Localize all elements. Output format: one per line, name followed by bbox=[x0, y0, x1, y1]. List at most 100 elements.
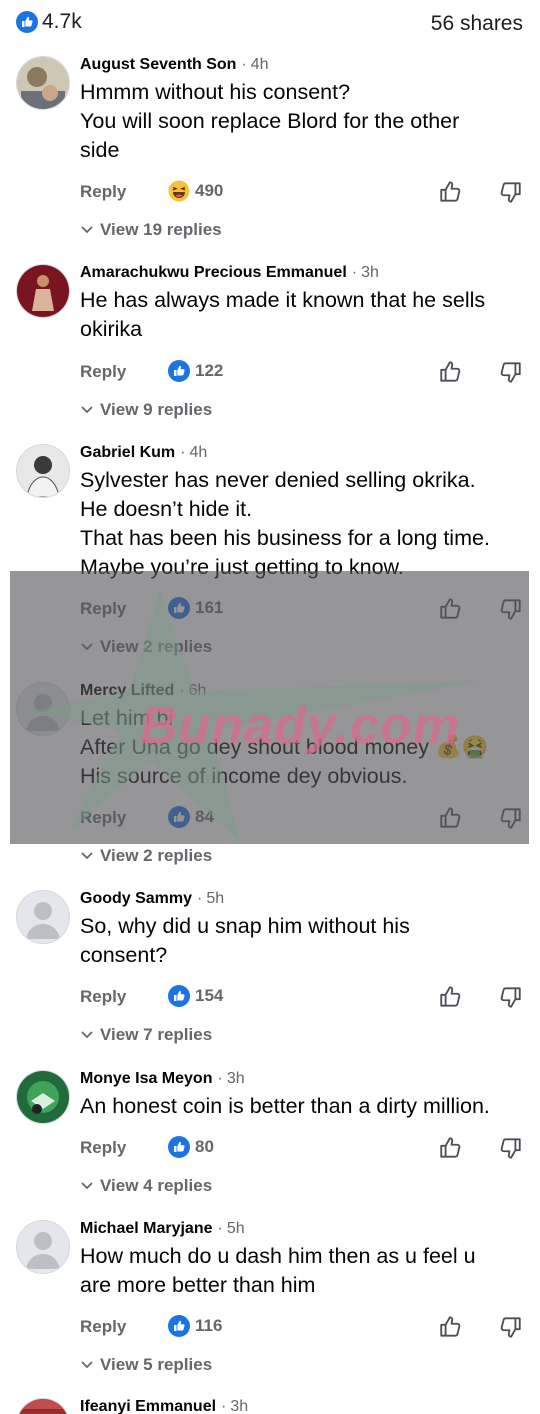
reaction-count: 161 bbox=[195, 598, 224, 617]
commenter-name[interactable]: Monye Isa Meyon bbox=[80, 1070, 212, 1087]
avatar[interactable] bbox=[16, 56, 70, 110]
thumbs-up-button[interactable] bbox=[438, 984, 464, 1015]
avatar[interactable] bbox=[16, 890, 70, 944]
reply-button[interactable]: Reply bbox=[80, 362, 126, 382]
thumbs-down-button[interactable] bbox=[497, 359, 523, 390]
shares-count[interactable]: 56 shares bbox=[431, 12, 523, 36]
comment: August Seventh Son · 4h Hmmm without his c… bbox=[0, 56, 540, 246]
reply-button[interactable]: Reply bbox=[80, 1138, 126, 1158]
view-replies-button[interactable]: View 2 replies bbox=[80, 846, 212, 866]
comment-actions: Reply 161 bbox=[80, 596, 530, 626]
comment-time: 3h bbox=[230, 1398, 249, 1414]
commenter-name[interactable]: Michael Maryjane bbox=[80, 1220, 213, 1237]
reply-button[interactable]: Reply bbox=[80, 987, 126, 1007]
commenter-name[interactable]: Goody Sammy bbox=[80, 890, 192, 907]
avatar[interactable] bbox=[16, 1070, 70, 1124]
reaction-summary[interactable]: 490 bbox=[168, 180, 223, 202]
reaction-count: 490 bbox=[195, 181, 224, 200]
chevron-down-icon bbox=[81, 226, 93, 234]
reaction-count: 116 bbox=[195, 1316, 223, 1335]
comment-line: So, why did u snap him without his bbox=[80, 914, 410, 938]
view-replies-label: View 9 replies bbox=[100, 400, 213, 419]
thumbs-down-icon bbox=[500, 182, 521, 203]
reaction-count: 154 bbox=[195, 986, 224, 1005]
like-icon bbox=[168, 985, 190, 1007]
view-replies-button[interactable]: View 5 replies bbox=[80, 1355, 212, 1375]
thumbs-up-button[interactable] bbox=[438, 805, 464, 836]
thumbs-down-button[interactable] bbox=[497, 596, 523, 627]
avatar[interactable] bbox=[16, 444, 70, 498]
thumbs-down-button[interactable] bbox=[497, 805, 523, 836]
comment-time: 5h bbox=[206, 890, 225, 907]
like-icon bbox=[168, 1136, 190, 1158]
comment-header: Gabriel Kum · 4h bbox=[80, 444, 208, 461]
comment-line: An honest coin is better than a dirty mi… bbox=[80, 1094, 490, 1118]
thumbs-up-button[interactable] bbox=[438, 1314, 464, 1345]
view-replies-label: View 7 replies bbox=[100, 1025, 213, 1044]
comment-time: 4h bbox=[250, 56, 269, 73]
comment-text: So, why did u snap him without his conse… bbox=[80, 912, 530, 970]
reaction-summary[interactable]: 84 bbox=[168, 806, 214, 828]
thumbs-up-icon bbox=[440, 181, 461, 202]
view-replies-label: View 2 replies bbox=[100, 846, 213, 865]
thumbs-up-icon bbox=[440, 361, 461, 382]
chevron-down-icon bbox=[81, 406, 93, 414]
thumbs-down-button[interactable] bbox=[497, 1135, 523, 1166]
comment-header: August Seventh Son · 4h bbox=[80, 56, 269, 73]
comment-line: How much do u dash him then as u feel u bbox=[80, 1244, 476, 1268]
comment-line: He doesn’t hide it. bbox=[80, 497, 253, 521]
thumbs-up-button[interactable] bbox=[438, 596, 464, 627]
comment-line: After Una go dey shout blood money 💰🤮 bbox=[80, 735, 489, 759]
reply-button[interactable]: Reply bbox=[80, 182, 126, 202]
comment: Amarachukwu Precious Emmanuel · 3h He has … bbox=[0, 264, 540, 424]
thumbs-up-button[interactable] bbox=[438, 179, 464, 210]
thumbs-up-button[interactable] bbox=[438, 359, 464, 390]
reaction-summary[interactable]: 116 bbox=[168, 1315, 222, 1337]
like-icon bbox=[168, 806, 190, 828]
comment-line: Sylvester has never denied selling okrik… bbox=[80, 468, 476, 492]
avatar[interactable] bbox=[16, 264, 70, 318]
reaction-count: 80 bbox=[195, 1137, 214, 1156]
reaction-summary[interactable]: 122 bbox=[168, 360, 223, 382]
reply-button[interactable]: Reply bbox=[80, 1317, 126, 1337]
commenter-name[interactable]: Amarachukwu Precious Emmanuel bbox=[80, 264, 347, 281]
thumbs-up-button[interactable] bbox=[438, 1135, 464, 1166]
comment-text: Sylvester has never denied selling okrik… bbox=[80, 466, 530, 582]
default-avatar-icon bbox=[17, 683, 69, 735]
comment-actions: Reply 84 bbox=[80, 805, 530, 835]
reaction-summary[interactable]: 154 bbox=[168, 985, 223, 1007]
reaction-summary[interactable]: 161 bbox=[168, 597, 223, 619]
avatar[interactable] bbox=[16, 1220, 70, 1274]
comment-header: Ifeanyi Emmanuel · 3h bbox=[80, 1398, 249, 1414]
comment-time: 4h bbox=[189, 444, 208, 461]
avatar[interactable] bbox=[16, 1398, 70, 1414]
comment-text: How much do u dash him then as u feel u … bbox=[80, 1242, 530, 1300]
comment-text: Let him bi After Una go dey shout blood … bbox=[80, 704, 530, 791]
comment-line: are more better than him bbox=[80, 1273, 316, 1297]
view-replies-button[interactable]: View 19 replies bbox=[80, 220, 222, 240]
chevron-down-icon bbox=[81, 643, 93, 651]
commenter-name[interactable]: August Seventh Son bbox=[80, 56, 236, 73]
comment-line: He has always made it known that he sell… bbox=[80, 288, 486, 312]
view-replies-button[interactable]: View 7 replies bbox=[80, 1025, 212, 1045]
commenter-name[interactable]: Mercy Lifted bbox=[80, 682, 174, 699]
view-replies-button[interactable]: View 2 replies bbox=[80, 637, 212, 657]
thumbs-down-button[interactable] bbox=[497, 984, 523, 1015]
view-replies-label: View 19 replies bbox=[100, 220, 222, 239]
reply-button[interactable]: Reply bbox=[80, 808, 126, 828]
commenter-name[interactable]: Ifeanyi Emmanuel bbox=[80, 1398, 216, 1414]
likes-summary[interactable]: 4.7k bbox=[16, 10, 82, 34]
comment-line: Hmmm without his consent? bbox=[80, 80, 351, 104]
reaction-summary[interactable]: 80 bbox=[168, 1136, 214, 1158]
thumbs-down-button[interactable] bbox=[497, 1314, 523, 1345]
comment-time: 6h bbox=[188, 682, 207, 699]
view-replies-button[interactable]: View 9 replies bbox=[80, 400, 212, 420]
reply-button[interactable]: Reply bbox=[80, 599, 126, 619]
thumbs-down-icon bbox=[500, 808, 521, 829]
comment-time: 5h bbox=[226, 1220, 245, 1237]
laugh-emoji-icon bbox=[168, 180, 190, 202]
avatar[interactable] bbox=[16, 682, 70, 736]
view-replies-button[interactable]: View 4 replies bbox=[80, 1176, 212, 1196]
commenter-name[interactable]: Gabriel Kum bbox=[80, 444, 175, 461]
thumbs-down-button[interactable] bbox=[497, 179, 523, 210]
